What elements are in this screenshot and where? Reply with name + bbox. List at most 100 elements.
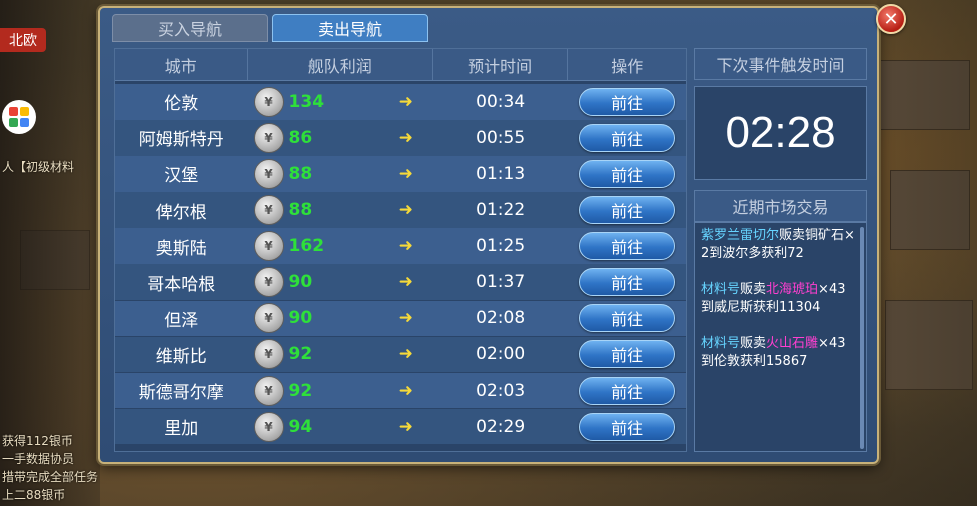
profit-cell: ¥88 ➜ [248,192,433,228]
market-feed-content: 紫罗兰雷切尔贩卖铜矿石×2到波尔多获利72 材料号贩卖北海琥珀×43到威尼斯获利… [701,227,855,451]
silver-coin-icon: ¥ [253,339,284,370]
eta-time: 01:22 [476,200,526,221]
chat-line: 获得112银币 [2,434,73,448]
city-name: 哥本哈根 [147,274,216,295]
city-name: 斯德哥尔摩 [138,383,224,404]
profit-cell: ¥90 ➜ [248,301,433,337]
table-row: 里加 ¥94 ➜ 02:29 前往 [115,408,686,445]
go-button[interactable]: 前往 [579,304,676,333]
city-name: 俾尔根 [155,202,207,223]
eta-time: 01:37 [476,272,526,293]
arrow-right-icon: ➜ [398,236,413,257]
action-cell: 前往 [568,228,686,264]
apps-icon[interactable] [2,100,36,134]
profit-value: 94 [288,416,313,437]
trade-entry: 材料号贩卖火山石雕×43到伦敦获利15867 [701,335,855,371]
arrow-right-icon: ➜ [398,344,413,365]
trader-name: 材料号 [701,282,741,297]
arrow-right-icon: ➜ [398,308,413,329]
silver-coin-icon: ¥ [253,158,284,189]
profit-value: 92 [288,344,313,365]
go-button[interactable]: 前往 [579,123,676,152]
close-icon[interactable]: ✕ [876,4,906,34]
go-button[interactable]: 前往 [579,340,676,369]
profit-value: 86 [288,127,313,148]
go-button[interactable]: 前往 [579,87,676,116]
go-button[interactable]: 前往 [579,412,676,441]
profit-value: 92 [288,380,313,401]
action-cell: 前往 [568,409,686,445]
next-event-countdown: 02:28 [694,86,867,180]
right-column: 下次事件触发时间 02:28 近期市场交易 紫罗兰雷切尔贩卖铜矿石×2到波尔多获… [694,48,867,452]
action-cell: 前往 [568,264,686,300]
profit-cell: ¥92 ➜ [248,373,433,409]
trade-navigation-panel: 买入导航 卖出导航 城市 舰队利润 预计时间 操作 伦敦 ¥134 ➜ 00:34 前往… [98,6,879,464]
table-row: 哥本哈根 ¥90 ➜ 01:37 前往 [115,264,686,301]
city-name: 里加 [164,419,199,440]
market-scrollbar[interactable] [860,227,864,449]
action-cell: 前往 [568,84,686,120]
header-fleet-profit: 舰队利润 [248,49,433,80]
table-row: 但泽 ¥90 ➜ 02:08 前往 [115,300,686,337]
profit-value: 88 [288,200,313,221]
action-cell: 前往 [568,156,686,192]
tab-buy-navigation[interactable]: 买入导航 [112,14,268,42]
eta-time: 02:03 [476,380,526,401]
trade-verb: 贩卖 [740,282,767,297]
header-action: 操作 [611,56,644,76]
go-button[interactable]: 前往 [579,159,676,188]
eta-time: 00:34 [476,91,526,112]
profit-value: 88 [288,163,313,184]
header-eta: 预计时间 [433,49,569,80]
right-scene-strip [877,0,977,506]
profit-cell: ¥134 ➜ [248,84,433,120]
profit-value: 90 [288,272,313,293]
city-name: 阿姆斯特丹 [138,130,224,151]
region-tag[interactable]: 北欧 [0,28,46,52]
city-name: 维斯比 [155,346,207,367]
arrow-right-icon: ➜ [398,127,413,148]
table-header: 城市 舰队利润 预计时间 操作 [115,49,686,81]
table-row: 奥斯陆 ¥162 ➜ 01:25 前往 [115,228,686,264]
profit-cell: ¥94 ➜ [248,409,433,445]
eta-time: 02:29 [476,416,526,437]
quest-text: 人【初级材料 [2,160,75,174]
action-cell: 前往 [568,120,686,156]
header-city: 城市 [115,49,248,80]
profit-value: 90 [288,308,313,329]
go-button[interactable]: 前往 [579,196,676,225]
silver-coin-icon: ¥ [253,195,284,226]
eta-time: 01:13 [476,163,526,184]
profit-value: 134 [288,91,325,112]
go-button[interactable]: 前往 [579,268,676,297]
left-hud-strip: 北欧 人【初级材料 获得112银币 一手数据协员 措带完成全部任务 上二88银币 [0,0,100,506]
table-row: 斯德哥尔摩 ¥92 ➜ 02:03 前往 [115,372,686,409]
chat-line: 一手数据协员 [2,452,75,466]
silver-coin-icon: ¥ [253,375,284,406]
silver-coin-icon: ¥ [253,411,284,442]
trader-name: 紫罗兰雷切尔 [701,228,780,243]
silver-coin-icon: ¥ [253,267,284,298]
profit-cell: ¥90 ➜ [248,264,433,300]
silver-coin-icon: ¥ [253,122,284,153]
profit-cell: ¥88 ➜ [248,156,433,192]
table-row: 阿姆斯特丹 ¥86 ➜ 00:55 前往 [115,120,686,156]
city-name: 伦敦 [164,94,199,115]
next-event-title: 下次事件触发时间 [694,48,867,80]
table-row: 维斯比 ¥92 ➜ 02:00 前往 [115,336,686,373]
go-button[interactable]: 前往 [579,232,676,261]
action-cell: 前往 [568,373,686,409]
eta-time: 02:00 [476,344,526,365]
table-row: 伦敦 ¥134 ➜ 00:34 前往 [115,84,686,120]
market-feed[interactable]: 紫罗兰雷切尔贩卖铜矿石×2到波尔多获利72 材料号贩卖北海琥珀×43到威尼斯获利… [694,222,867,452]
city-name: 奥斯陆 [155,238,207,259]
city-name: 汉堡 [164,166,199,187]
arrow-right-icon: ➜ [398,272,413,293]
arrow-right-icon: ➜ [398,200,413,221]
go-button[interactable]: 前往 [579,376,676,405]
tab-sell-navigation[interactable]: 卖出导航 [272,14,428,42]
profit-cell: ¥92 ➜ [248,337,433,373]
trade-entry: 紫罗兰雷切尔贩卖铜矿石×2到波尔多获利72 [701,227,855,263]
table-row: 汉堡 ¥88 ➜ 01:13 前往 [115,156,686,192]
arrow-right-icon: ➜ [398,163,413,184]
